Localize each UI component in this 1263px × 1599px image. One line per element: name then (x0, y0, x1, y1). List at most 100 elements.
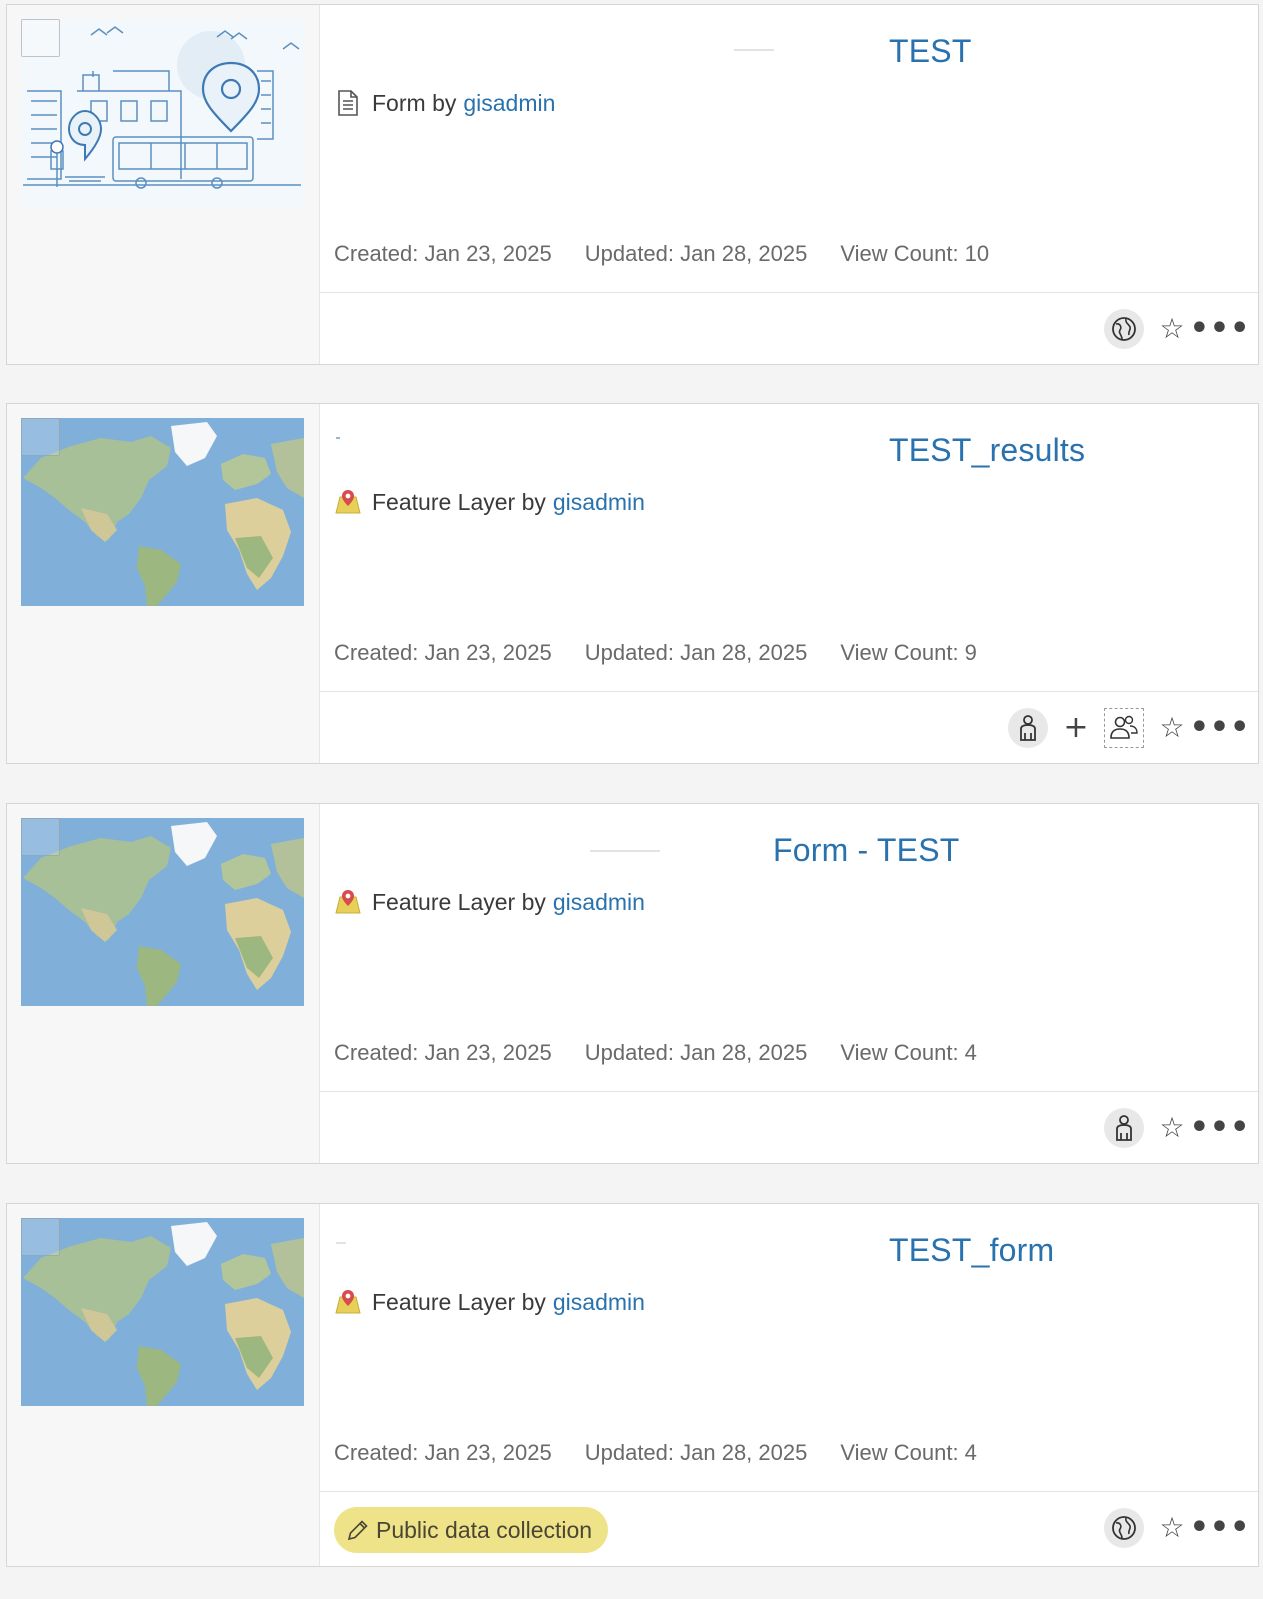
thumbnail-column (7, 5, 320, 364)
item-card: TEST_form Feature Layer by gisadmin Crea… (6, 1203, 1259, 1567)
item-type-line: Feature Layer by gisadmin (334, 1288, 645, 1316)
item-type: Form (372, 89, 426, 116)
created-date: Created: Jan 23, 2025 (334, 241, 552, 266)
view-count: View Count: 4 (840, 1040, 977, 1065)
redacted-text (336, 437, 340, 439)
more-icon: ••• (1189, 710, 1251, 745)
redacted-text (590, 850, 660, 852)
world-map-image (21, 418, 304, 606)
favorite-button[interactable]: ☆ (1152, 309, 1192, 349)
more-options-button[interactable]: ••• (1190, 708, 1250, 748)
owner-link[interactable]: gisadmin (553, 489, 645, 516)
divider (320, 1091, 1258, 1092)
star-icon: ☆ (1159, 1511, 1185, 1544)
item-dates: Created: Jan 23, 2025 Updated: Jan 28, 2… (334, 1440, 1010, 1466)
owner-link[interactable]: gisadmin (553, 1289, 645, 1316)
badge-label: Public data collection (376, 1516, 593, 1543)
updated-date: Updated: Jan 28, 2025 (584, 640, 808, 665)
item-dates: Created: Jan 23, 2025 Updated: Jan 28, 2… (334, 640, 1010, 666)
pencil-icon (347, 1520, 368, 1541)
person-icon (1020, 715, 1036, 741)
created-date: Created: Jan 23, 2025 (334, 640, 552, 665)
favorite-button[interactable]: ☆ (1152, 708, 1192, 748)
form-illustration (21, 19, 304, 207)
sharing-button[interactable] (1104, 1508, 1144, 1548)
more-icon: ••• (1189, 1110, 1251, 1145)
item-card: TEST_results Feature Layer by gisadmin C… (6, 403, 1259, 764)
updated-date: Updated: Jan 28, 2025 (584, 1040, 808, 1065)
public-data-collection-badge[interactable]: Public data collection (334, 1507, 609, 1553)
sharing-button[interactable] (1104, 309, 1144, 349)
group-sharing-button[interactable] (1104, 708, 1144, 748)
sharing-button[interactable] (1008, 708, 1048, 748)
thumbnail-column (7, 404, 320, 763)
item-type: Feature Layer (372, 888, 516, 915)
person-icon (1116, 1115, 1132, 1141)
redacted-text (734, 49, 774, 51)
sharing-button[interactable] (1104, 1108, 1144, 1148)
owner-link[interactable]: gisadmin (463, 90, 555, 117)
by-label: by (521, 488, 546, 515)
users-icon (1110, 715, 1138, 739)
view-count: View Count: 9 (840, 640, 977, 665)
item-thumbnail[interactable] (21, 418, 304, 606)
item-actions: ☆ ••• (1096, 1107, 1250, 1149)
created-date: Created: Jan 23, 2025 (334, 1440, 552, 1465)
item-type: Feature Layer (372, 488, 516, 515)
select-checkbox[interactable] (21, 19, 60, 57)
more-options-button[interactable]: ••• (1190, 309, 1250, 349)
owner-link[interactable]: gisadmin (553, 889, 645, 916)
select-checkbox[interactable] (21, 818, 60, 856)
view-count: View Count: 4 (840, 1440, 977, 1465)
favorite-button[interactable]: ☆ (1152, 1508, 1192, 1548)
divider (320, 691, 1258, 692)
item-title[interactable]: Form - TEST (773, 832, 960, 869)
item-details: TEST Form by gisadmin Created: Jan 23, 2… (320, 5, 1258, 364)
item-type-line: Feature Layer by gisadmin (334, 888, 645, 916)
select-checkbox[interactable] (21, 418, 60, 456)
star-icon: ☆ (1159, 312, 1185, 345)
item-card: TEST Form by gisadmin Created: Jan 23, 2… (6, 4, 1259, 365)
thumbnail-column (7, 804, 320, 1163)
item-thumbnail[interactable] (21, 1218, 304, 1406)
world-map-image (21, 818, 304, 1006)
item-title[interactable]: TEST (889, 33, 972, 70)
world-map-image (21, 1218, 304, 1406)
feature-layer-icon (334, 888, 362, 916)
more-options-button[interactable]: ••• (1190, 1108, 1250, 1148)
divider (320, 292, 1258, 293)
star-icon: ☆ (1159, 711, 1185, 744)
globe-icon (1112, 1516, 1136, 1540)
form-document-icon (334, 89, 362, 117)
view-count: View Count: 10 (840, 241, 990, 266)
item-details: TEST_form Feature Layer by gisadmin Crea… (320, 1204, 1258, 1566)
item-actions: ☆ ••• (1096, 1507, 1250, 1549)
add-group-button[interactable]: + (1056, 708, 1096, 748)
item-details: TEST_results Feature Layer by gisadmin C… (320, 404, 1258, 763)
item-title[interactable]: TEST_form (889, 1232, 1054, 1269)
by-label: by (521, 888, 546, 915)
feature-layer-icon (334, 1288, 362, 1316)
item-type-line: Form by gisadmin (334, 89, 555, 117)
updated-date: Updated: Jan 28, 2025 (584, 241, 808, 266)
more-icon: ••• (1189, 1510, 1251, 1545)
favorite-button[interactable]: ☆ (1152, 1108, 1192, 1148)
updated-date: Updated: Jan 28, 2025 (584, 1440, 808, 1465)
item-title[interactable]: TEST_results (889, 432, 1085, 469)
item-actions: ☆ ••• (1096, 308, 1250, 350)
item-type: Feature Layer (372, 1288, 516, 1315)
item-thumbnail[interactable] (21, 818, 304, 1006)
plus-icon: + (1063, 710, 1089, 745)
item-actions: + ☆ ••• (1000, 707, 1250, 749)
redacted-text (336, 1242, 346, 1244)
item-type-line: Feature Layer by gisadmin (334, 488, 645, 516)
item-thumbnail[interactable] (21, 19, 304, 207)
divider (320, 1491, 1258, 1492)
thumbnail-column (7, 1204, 320, 1566)
more-options-button[interactable]: ••• (1190, 1508, 1250, 1548)
by-label: by (432, 89, 457, 116)
more-icon: ••• (1189, 311, 1251, 346)
item-details: Form - TEST Feature Layer by gisadmin Cr… (320, 804, 1258, 1163)
item-dates: Created: Jan 23, 2025 Updated: Jan 28, 2… (334, 241, 1022, 267)
select-checkbox[interactable] (21, 1218, 60, 1256)
